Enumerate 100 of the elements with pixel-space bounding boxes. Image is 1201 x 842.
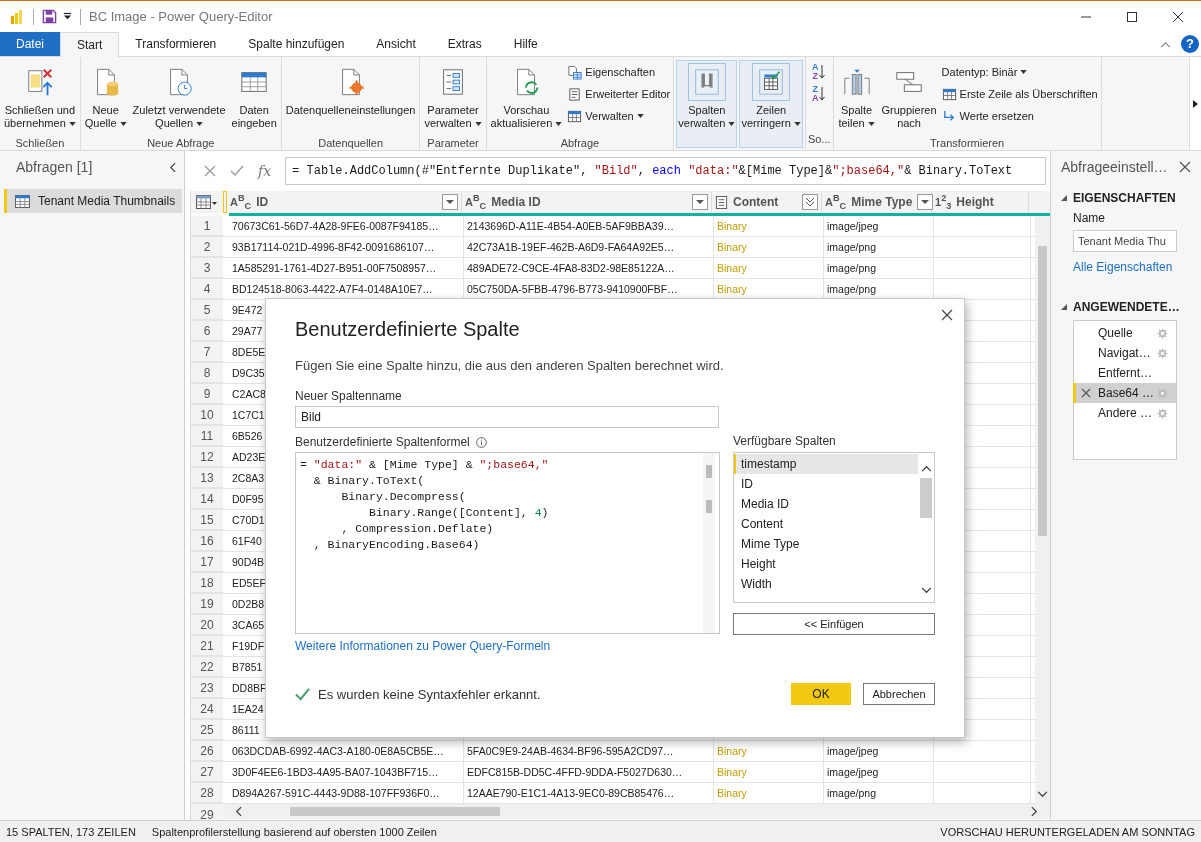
scroll-right-icon[interactable] bbox=[1031, 806, 1038, 817]
scroll-left-icon[interactable] bbox=[235, 806, 242, 817]
row-number: 4 bbox=[191, 279, 223, 299]
scroll-thumb[interactable] bbox=[920, 478, 932, 518]
column-list-item[interactable]: Media ID bbox=[734, 494, 918, 514]
ribbon-button[interactable]: Neue Quelle bbox=[82, 60, 129, 136]
ribbon-button[interactable]: Vorschau aktualisieren bbox=[488, 60, 565, 136]
help-button[interactable]: ? bbox=[1181, 35, 1199, 53]
ribbon-button[interactable]: Spalte teilen bbox=[835, 60, 878, 136]
column-list-item[interactable]: ID bbox=[734, 474, 918, 494]
ribbon-button[interactable]: Spalten verwalten bbox=[676, 60, 738, 148]
filter-dropdown-icon[interactable] bbox=[917, 194, 934, 210]
table-icon bbox=[941, 86, 957, 102]
filter-dropdown-icon[interactable] bbox=[442, 194, 458, 210]
ribbon-button[interactable]: Parameter verwalten bbox=[422, 60, 484, 136]
ribbon-tab[interactable]: Spalte hinzufügen bbox=[232, 32, 361, 56]
cancel-button[interactable]: Abbrechen bbox=[863, 683, 935, 705]
ribbon-tab[interactable]: Datei bbox=[0, 32, 60, 56]
table-cell: AD23E bbox=[232, 451, 266, 463]
ribbon-small-button[interactable]: Erste Zeile als Überschriften bbox=[940, 85, 1099, 103]
column-list-item[interactable]: timestamp bbox=[734, 454, 918, 474]
scroll-up-icon[interactable] bbox=[920, 465, 932, 472]
table-cell: 86111 bbox=[232, 724, 260, 736]
ribbon-tab[interactable]: Start bbox=[60, 32, 120, 57]
cancel-icon[interactable] bbox=[204, 165, 216, 177]
check-icon[interactable] bbox=[230, 165, 244, 177]
ribbon-tab[interactable]: Ansicht bbox=[360, 32, 432, 56]
table-cell: Binary bbox=[717, 283, 747, 295]
row-number: 16 bbox=[191, 531, 223, 551]
ribbon-small-button[interactable]: Eigenschaften bbox=[566, 63, 672, 81]
scroll-down-icon[interactable] bbox=[1037, 791, 1048, 798]
applied-step[interactable]: Navigat… bbox=[1073, 343, 1176, 363]
status-text: 15 SPALTEN, 173 ZEILEN bbox=[6, 825, 136, 838]
ribbon-button[interactable]: Daten eingeben bbox=[229, 60, 279, 136]
insert-button[interactable]: << Einfügen bbox=[733, 613, 935, 635]
applied-step[interactable]: Andere … bbox=[1073, 403, 1176, 423]
info-icon[interactable] bbox=[475, 436, 487, 448]
ribbon-small-button[interactable]: Erweiterter Editor bbox=[566, 85, 672, 103]
sort-button[interactable]: A Z bbox=[807, 63, 830, 81]
ribbon-small-button[interactable]: Datentyp: Binär bbox=[940, 63, 1099, 81]
expand-icon[interactable] bbox=[802, 194, 818, 210]
ribbon-small-button[interactable]: Werte ersetzen bbox=[940, 107, 1099, 125]
table-cell: 12AAE790-E1C1-4A13-9EC0-89CB85476… bbox=[467, 787, 675, 799]
help-link[interactable]: Weitere Informationen zu Power Query-Formeln bbox=[295, 639, 551, 653]
applied-step[interactable]: Quelle bbox=[1073, 323, 1176, 343]
collapse-triangle-icon[interactable] bbox=[1061, 304, 1067, 310]
ribbon-small-button[interactable]: Verwalten bbox=[566, 107, 672, 125]
save-icon[interactable] bbox=[42, 9, 57, 24]
caret-icon bbox=[728, 121, 736, 126]
ribbon-button[interactable]: Schließen und übernehmen bbox=[2, 60, 78, 136]
column-list-item[interactable]: Width bbox=[734, 574, 918, 594]
caret-icon[interactable] bbox=[63, 12, 72, 21]
binary-type-icon bbox=[715, 195, 728, 209]
caret-icon bbox=[555, 121, 563, 126]
column-list-item[interactable]: Mime Type bbox=[734, 534, 918, 554]
name-field[interactable]: Tenant Media Thu bbox=[1073, 230, 1177, 252]
table-cell: Binary bbox=[717, 766, 747, 778]
row-number: 27 bbox=[191, 762, 223, 782]
section-heading: ANGEWENDETE… bbox=[1073, 300, 1180, 314]
all-properties-link[interactable]: Alle Eigenschaften bbox=[1073, 260, 1201, 274]
ribbon-tab[interactable]: Transformieren bbox=[119, 32, 233, 56]
formula-editor[interactable]: = "data:" & [Mime Type] & ";base64," & Binary.ToText( Binary.Decompress( Binary.Range([Content], 4) , Compression.Deflate) , BinaryEncoding.Base64) bbox=[295, 452, 720, 634]
ribbon-button[interactable]: Zeilen verringern bbox=[739, 60, 803, 148]
document-table-icon bbox=[567, 64, 583, 80]
scroll-thumb[interactable] bbox=[706, 465, 712, 478]
delete-icon[interactable] bbox=[1081, 388, 1091, 398]
vertical-scrollbar[interactable] bbox=[1035, 216, 1050, 804]
filter-dropdown-icon[interactable] bbox=[692, 194, 708, 210]
ribbon-tab[interactable]: Extras bbox=[431, 32, 498, 56]
column-name-field[interactable]: Bild bbox=[295, 406, 719, 428]
formula-field[interactable]: = Table.AddColumn(#"Entfernte Duplikate", "Bild", each "data:"&[Mime Type]&";base64,"& Binary.ToText bbox=[285, 157, 1046, 185]
scroll-thumb[interactable] bbox=[290, 807, 500, 816]
ribbon-button[interactable]: Zuletzt verwendete Quellen bbox=[130, 60, 228, 136]
column-list-item[interactable]: Content bbox=[734, 514, 918, 534]
applied-step[interactable]: Base64 … bbox=[1073, 383, 1176, 403]
ribbon-tab[interactable]: Hilfe bbox=[497, 32, 554, 56]
collapse-ribbon-icon[interactable] bbox=[1160, 40, 1171, 48]
close-icon[interactable] bbox=[1179, 161, 1191, 173]
caret-icon bbox=[196, 121, 203, 126]
sort-button[interactable]: Z A bbox=[807, 85, 830, 103]
validation-message: Es wurden keine Syntaxfehler erkannt. bbox=[318, 686, 541, 702]
close-button[interactable] bbox=[939, 307, 955, 323]
ribbon-button[interactable]: Datenquelleneinstellungen bbox=[283, 60, 418, 136]
table-cell: 2143696D-A11E-4B54-A0EB-5AF9BBA39… bbox=[467, 220, 674, 232]
close-icon bbox=[1173, 11, 1183, 22]
horizontal-scrollbar[interactable] bbox=[223, 804, 1050, 819]
table-cell: D894A267-591C-4443-9D88-107FF936F0… bbox=[232, 787, 440, 799]
row-number: 19 bbox=[191, 594, 223, 614]
editor-scrollbar[interactable] bbox=[703, 453, 715, 633]
applied-step[interactable]: Entfernt… bbox=[1073, 363, 1176, 383]
scroll-down-icon[interactable] bbox=[920, 587, 932, 594]
table-cell: 05C750DA-5FBB-4796-B773-9410900FBF… bbox=[467, 283, 678, 295]
column-list-item[interactable]: Height bbox=[734, 554, 918, 574]
scroll-thumb[interactable] bbox=[1038, 246, 1047, 536]
query-item[interactable]: Tenant Media Thumbnails bbox=[4, 189, 182, 213]
ok-button[interactable]: OK bbox=[791, 683, 851, 705]
ribbon-button[interactable]: Gruppieren nach bbox=[879, 60, 939, 136]
collapse-triangle-icon[interactable] bbox=[1061, 195, 1067, 201]
collapse-chevron-icon[interactable] bbox=[169, 161, 176, 173]
table-cell: image/jpeg bbox=[827, 745, 879, 757]
